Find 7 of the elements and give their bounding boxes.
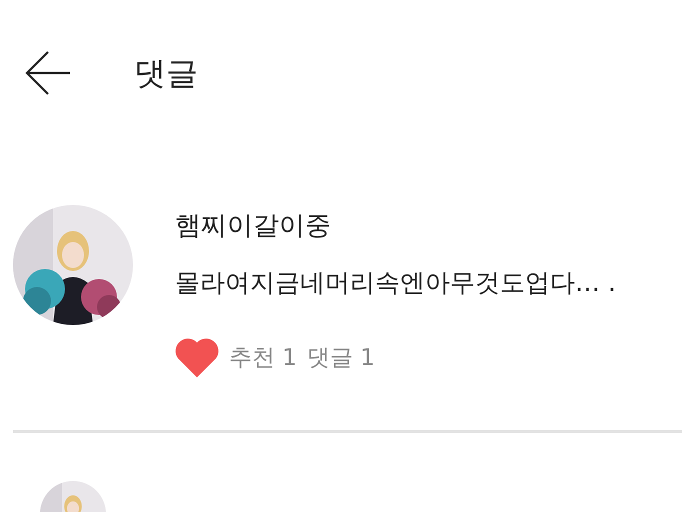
page-title: 댓글 — [134, 52, 198, 94]
like-count: 추천 1 — [229, 344, 297, 373]
comment-author: 햄찌이갈이중 — [175, 211, 332, 242]
reply-count: 댓글 1 — [306, 344, 375, 373]
heart-icon[interactable] — [175, 338, 219, 378]
back-button[interactable] — [24, 48, 72, 96]
comment-text: 몰라여지금네머리속엔아무것도업다… . — [175, 268, 616, 298]
